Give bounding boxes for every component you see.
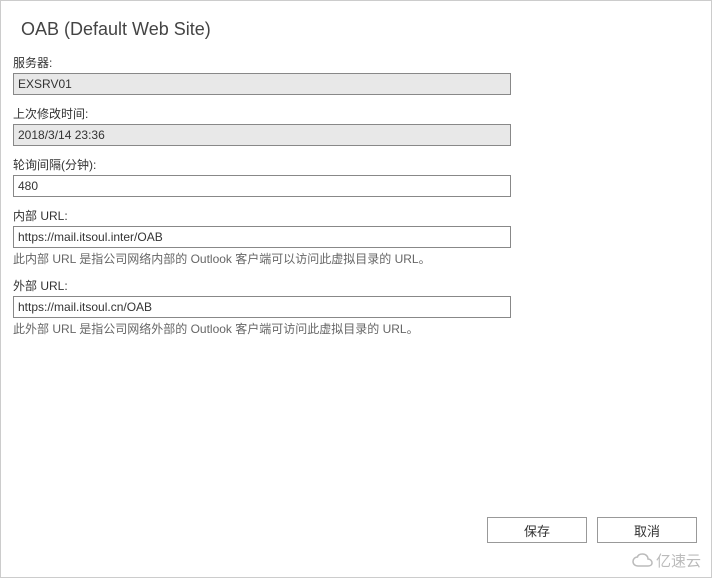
cloud-icon — [632, 553, 654, 569]
last-modified-label: 上次修改时间: — [13, 105, 699, 122]
form-content: 服务器: 上次修改时间: 轮询间隔(分钟): 内部 URL: 此内部 URL 是… — [1, 54, 711, 337]
external-url-field-group: 外部 URL: 此外部 URL 是指公司网络外部的 Outlook 客户端可访问… — [13, 277, 699, 337]
last-modified-input — [13, 124, 511, 146]
save-button[interactable]: 保存 — [487, 517, 587, 543]
footer-buttons: 保存 取消 — [487, 517, 697, 543]
polling-interval-input[interactable] — [13, 175, 511, 197]
server-label: 服务器: — [13, 54, 699, 71]
server-input — [13, 73, 511, 95]
internal-url-label: 内部 URL: — [13, 207, 699, 224]
internal-url-field-group: 内部 URL: 此内部 URL 是指公司网络内部的 Outlook 客户端可以访… — [13, 207, 699, 267]
polling-interval-field-group: 轮询间隔(分钟): — [13, 156, 699, 197]
external-url-label: 外部 URL: — [13, 277, 699, 294]
watermark: 亿速云 — [632, 550, 701, 571]
page-title: OAB (Default Web Site) — [21, 19, 691, 40]
last-modified-field-group: 上次修改时间: — [13, 105, 699, 146]
server-field-group: 服务器: — [13, 54, 699, 95]
internal-url-input[interactable] — [13, 226, 511, 248]
external-url-help: 此外部 URL 是指公司网络外部的 Outlook 客户端可访问此虚拟目录的 U… — [13, 320, 699, 337]
watermark-text: 亿速云 — [656, 550, 701, 571]
polling-interval-label: 轮询间隔(分钟): — [13, 156, 699, 173]
internal-url-help: 此内部 URL 是指公司网络内部的 Outlook 客户端可以访问此虚拟目录的 … — [13, 250, 699, 267]
window-header: OAB (Default Web Site) — [1, 1, 711, 54]
external-url-input[interactable] — [13, 296, 511, 318]
cancel-button[interactable]: 取消 — [597, 517, 697, 543]
